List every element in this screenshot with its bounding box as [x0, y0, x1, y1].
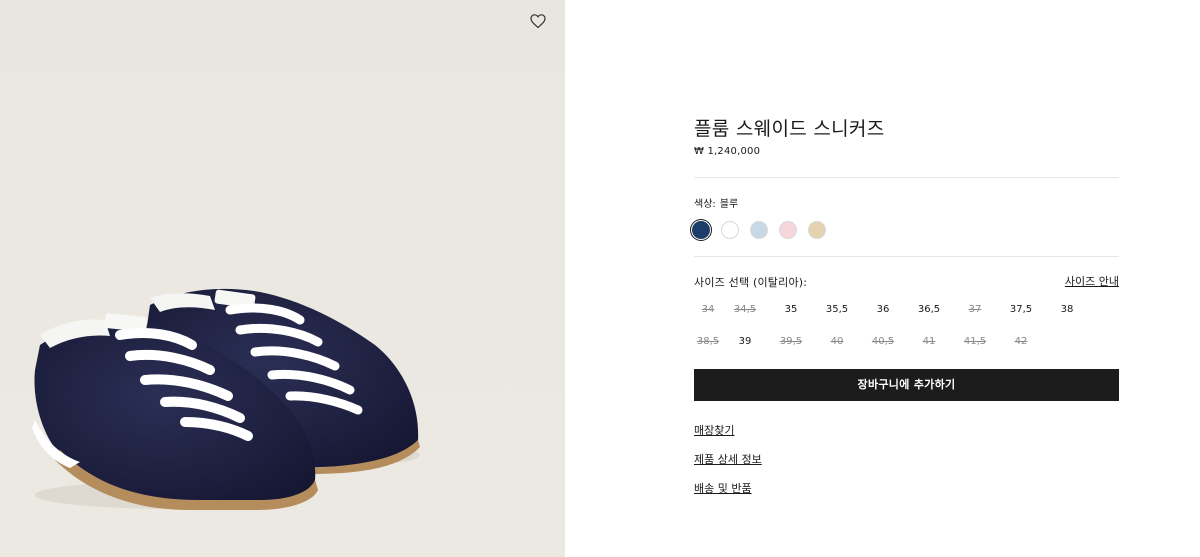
color-label-text: 색상: — [694, 199, 716, 210]
wishlist-button[interactable] — [528, 11, 548, 31]
size-option-40[interactable]: 40 — [814, 330, 860, 354]
color-swatch-navy[interactable] — [692, 221, 710, 239]
size-option-35[interactable]: 35 — [768, 298, 814, 322]
divider — [694, 256, 1119, 257]
size-option-41[interactable]: 41 — [906, 330, 952, 354]
size-label: 사이즈 선택 (이탈리아): — [694, 276, 808, 289]
size-option-39-5[interactable]: 39,5 — [768, 330, 814, 354]
color-swatches — [692, 221, 837, 239]
size-option-42[interactable]: 42 — [998, 330, 1044, 354]
size-option-37-5[interactable]: 37,5 — [998, 298, 1044, 322]
product-title: 플룸 스웨이드 스니커즈 — [694, 118, 885, 140]
color-label: 색상: 블루 — [694, 195, 738, 210]
size-row: 34 34,5 35 35,5 36 36,5 37 37,5 38 — [694, 298, 1119, 330]
size-option-39[interactable]: 39 — [722, 330, 768, 354]
store-locator-link[interactable]: 매장찾기 — [694, 422, 734, 438]
color-swatch-beige[interactable] — [808, 221, 826, 239]
size-option-40-5[interactable]: 40,5 — [860, 330, 906, 354]
shipping-returns-link[interactable]: 배송 및 반품 — [694, 480, 752, 496]
heart-outline-icon — [530, 14, 546, 29]
product-details-link[interactable]: 제품 상세 정보 — [694, 451, 762, 467]
color-swatch-light-blue[interactable] — [750, 221, 768, 239]
product-price: ₩ 1,240,000 — [694, 146, 761, 157]
add-to-cart-button[interactable]: 장바구니에 추가하기 — [694, 369, 1119, 401]
product-image-panel — [0, 0, 565, 557]
size-guide-link[interactable]: 사이즈 안내 — [1065, 273, 1119, 289]
size-option-36[interactable]: 36 — [860, 298, 906, 322]
divider — [694, 177, 1119, 178]
size-option-37[interactable]: 37 — [952, 298, 998, 322]
color-swatch-pink[interactable] — [779, 221, 797, 239]
size-row: 38,5 39 39,5 40 40,5 41 41,5 42 — [694, 330, 1119, 362]
product-image — [32, 288, 420, 510]
selected-color-name: 블루 — [719, 199, 739, 210]
size-option-34-5[interactable]: 34,5 — [722, 298, 768, 322]
size-option-41-5[interactable]: 41,5 — [952, 330, 998, 354]
size-option-35-5[interactable]: 35,5 — [814, 298, 860, 322]
size-option-36-5[interactable]: 36,5 — [906, 298, 952, 322]
color-swatch-white[interactable] — [721, 221, 739, 239]
size-grid: 34 34,5 35 35,5 36 36,5 37 37,5 38 38,5 39 39,5 40 40… — [694, 298, 1119, 362]
size-option-38[interactable]: 38 — [1044, 298, 1090, 322]
